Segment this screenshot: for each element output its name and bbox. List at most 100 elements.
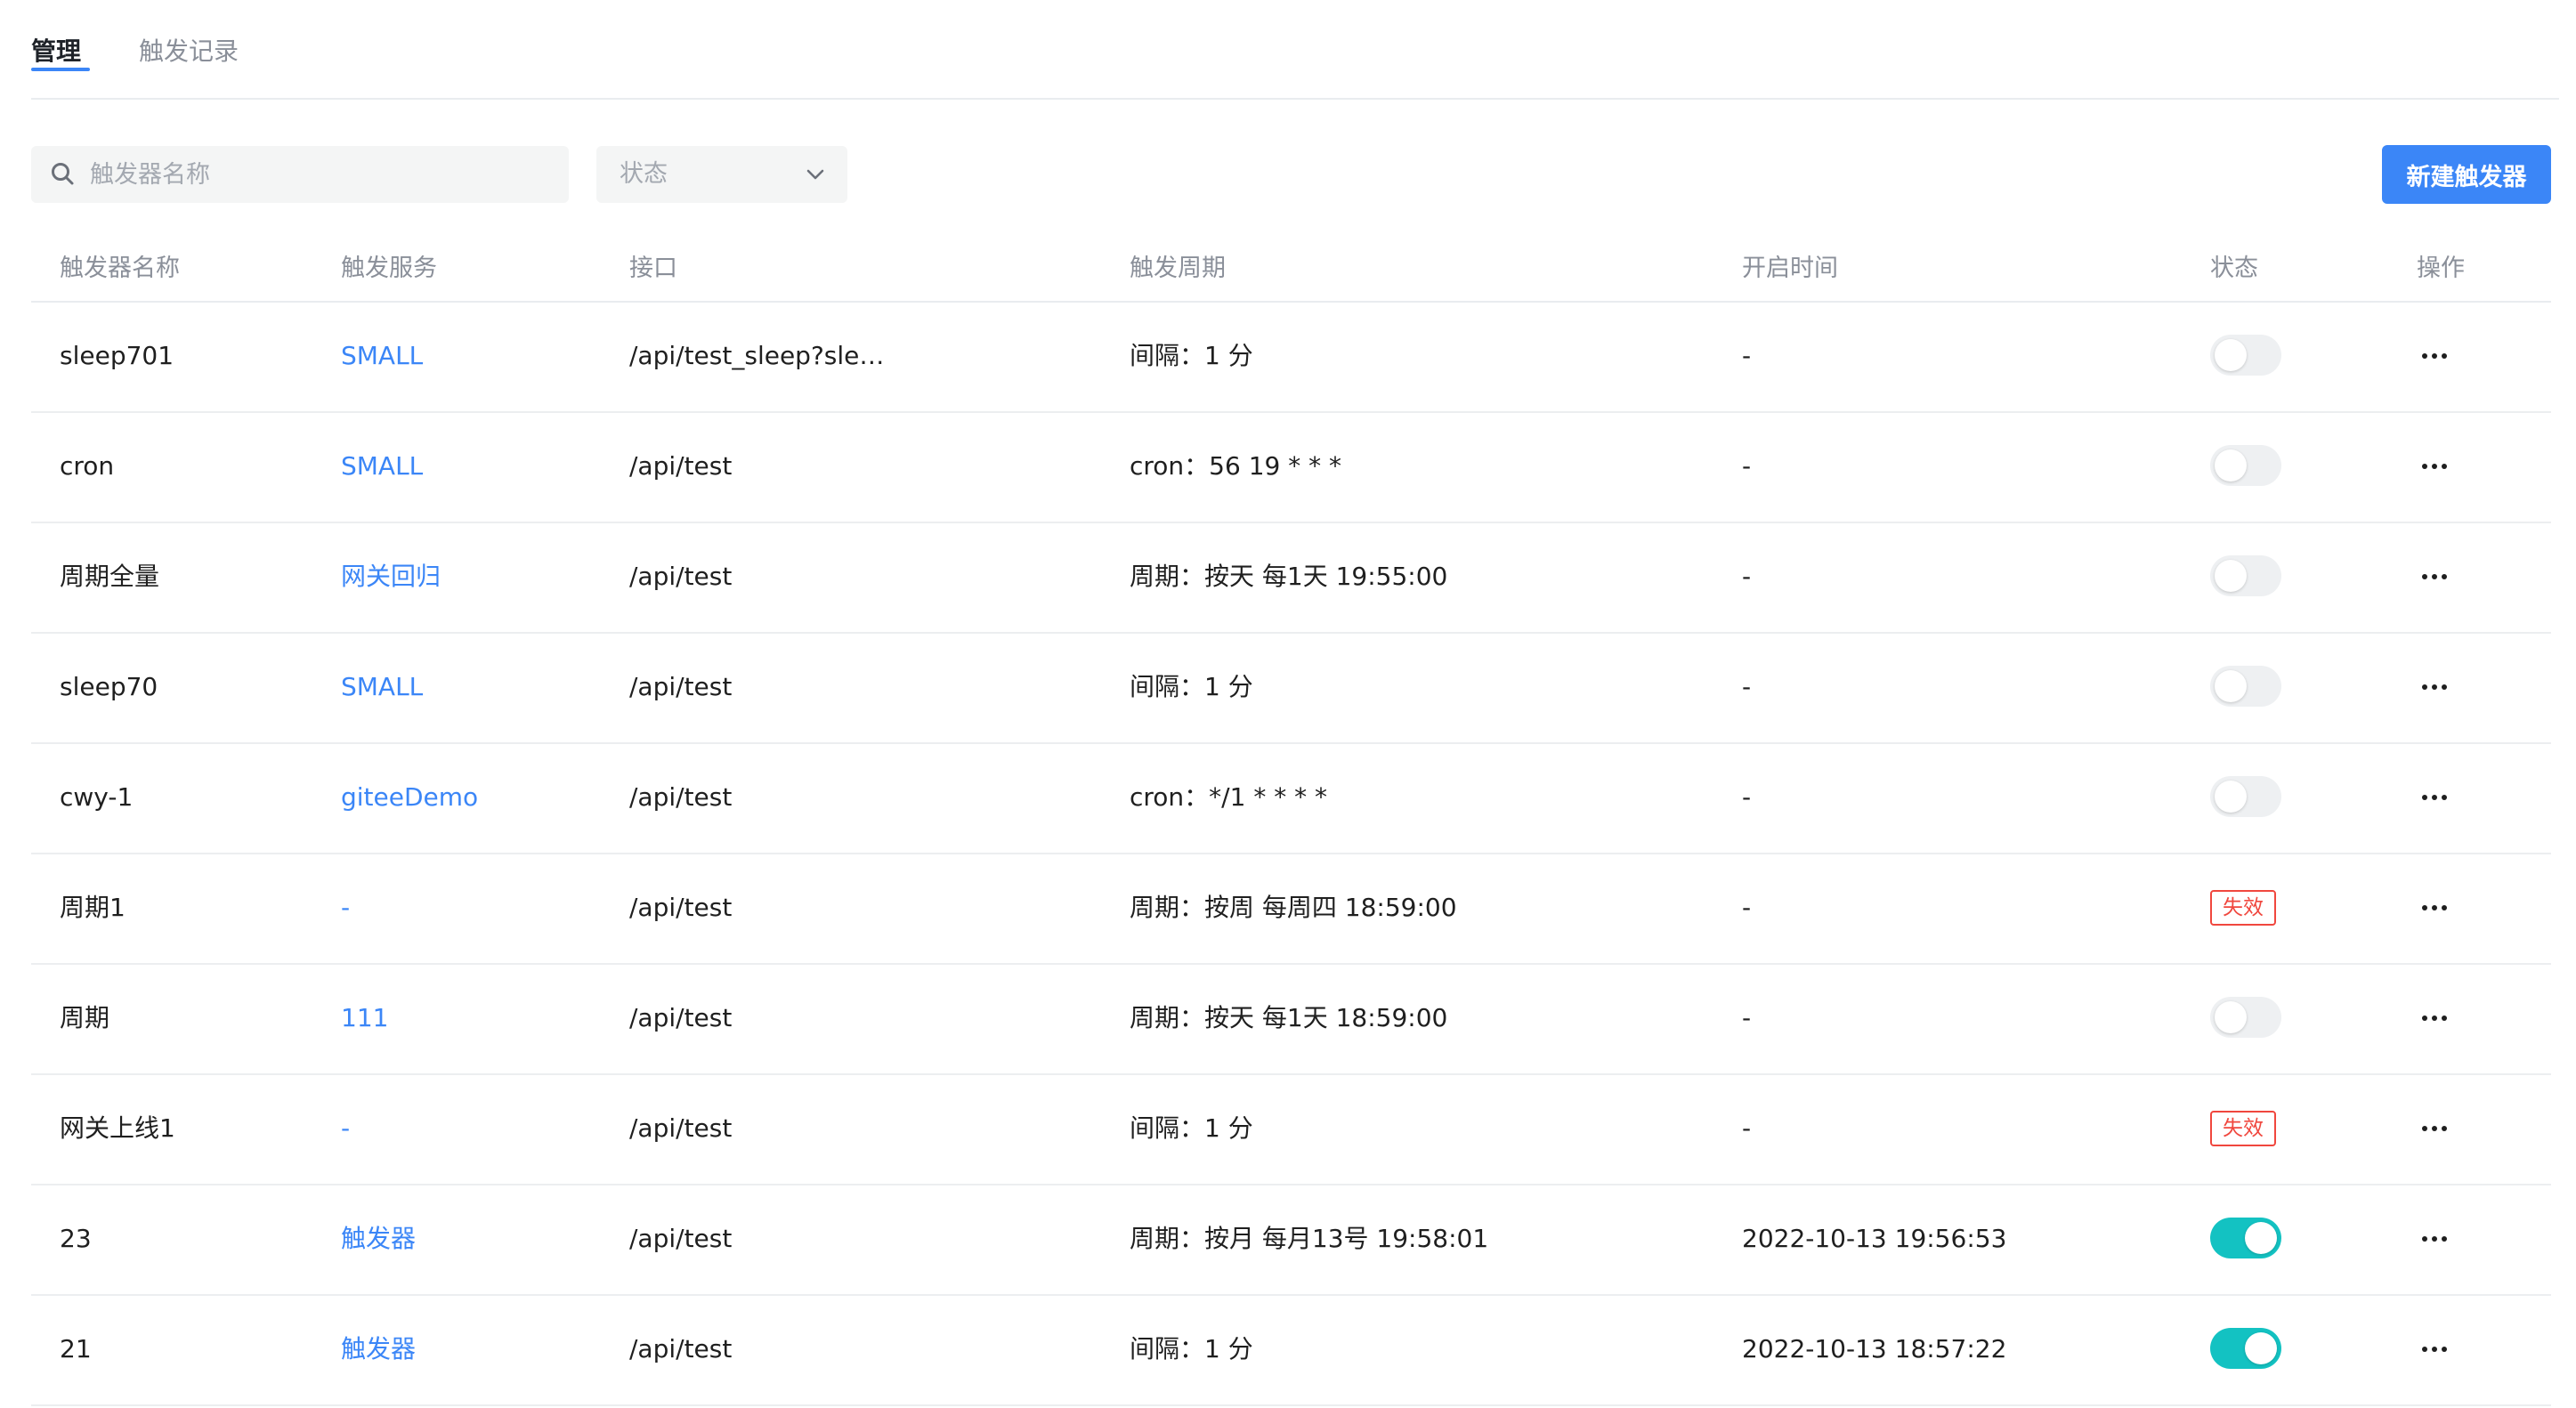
cell-trigger-name: cron bbox=[60, 451, 115, 481]
cell-cycle: 周期：按天 每1天 19:55:00 bbox=[1130, 562, 1448, 591]
status-toggle[interactable] bbox=[2210, 997, 2281, 1038]
search-box bbox=[31, 146, 569, 203]
toggle-knob bbox=[2245, 1222, 2277, 1254]
toggle-knob bbox=[2215, 781, 2247, 813]
cell-api: /api/test_sleep?sleep... bbox=[629, 341, 896, 370]
cell-start-time: 2022-10-13 19:56:53 bbox=[1742, 1224, 2007, 1253]
search-input[interactable] bbox=[90, 146, 553, 203]
search-icon bbox=[52, 163, 74, 185]
cell-api: /api/test bbox=[629, 672, 733, 701]
table-row: sleep701 SMALL/api/test_sleep?sleep... 间隔：… bbox=[31, 303, 2551, 413]
table-body: sleep701 SMALL/api/test_sleep?sleep... 间隔：… bbox=[31, 303, 2551, 1406]
cell-trigger-name: 周期全量 bbox=[60, 562, 160, 591]
cell-trigger-name: sleep70 bbox=[60, 672, 158, 701]
status-select[interactable]: 状态 bbox=[596, 146, 847, 203]
table-row: 周期全量 网关回归/api/test 周期：按天 每1天 19:55:00 - bbox=[31, 523, 2551, 634]
cell-cycle: 间隔：1 分 bbox=[1130, 1113, 1253, 1143]
more-horizontal-icon[interactable] bbox=[2417, 1113, 2452, 1145]
more-horizontal-icon[interactable] bbox=[2417, 450, 2452, 482]
table-row: sleep70 SMALL/api/test 间隔：1 分 - bbox=[31, 634, 2551, 744]
cell-api: /api/test bbox=[629, 1334, 733, 1363]
toggle-knob bbox=[2215, 339, 2247, 371]
toggle-knob bbox=[2215, 449, 2247, 481]
more-horizontal-icon[interactable] bbox=[2417, 561, 2452, 593]
cell-start-time: - bbox=[1742, 672, 1752, 701]
table-row: 21 触发器/api/test 间隔：1 分 2022-10-13 18:57:22 bbox=[31, 1296, 2551, 1406]
cell-start-time: - bbox=[1742, 562, 1752, 591]
status-toggle[interactable] bbox=[2210, 445, 2281, 486]
cell-start-time: - bbox=[1742, 782, 1752, 812]
table-row: cwy-1 giteeDemo/api/test cron：*/1 * * * * - bbox=[31, 744, 2551, 854]
cell-service-link[interactable]: - bbox=[341, 890, 350, 926]
more-horizontal-icon[interactable] bbox=[2417, 340, 2452, 372]
cell-service-link[interactable]: - bbox=[341, 1111, 350, 1146]
tab-bar: 管理 触发记录 bbox=[31, 0, 2559, 100]
toggle-knob bbox=[2215, 670, 2247, 702]
cell-cycle: 间隔：1 分 bbox=[1130, 341, 1253, 370]
more-horizontal-icon[interactable] bbox=[2417, 781, 2452, 813]
tab-manage[interactable]: 管理 bbox=[31, 34, 90, 71]
cell-start-time: - bbox=[1742, 1003, 1752, 1032]
header-trigger-name: 触发器名称 bbox=[60, 255, 180, 282]
header-trigger-service: 触发服务 bbox=[341, 255, 437, 282]
cell-service-link[interactable]: 触发器 bbox=[341, 1331, 416, 1367]
cell-start-time: - bbox=[1742, 1113, 1752, 1143]
status-toggle[interactable] bbox=[2210, 1328, 2281, 1369]
cell-trigger-name: 周期 bbox=[60, 1003, 110, 1032]
table-row: cron SMALL/api/test cron：56 19 * * * - bbox=[31, 413, 2551, 523]
cell-trigger-name: 周期1 bbox=[60, 893, 126, 922]
cell-start-time: 2022-10-13 18:57:22 bbox=[1742, 1334, 2007, 1363]
more-horizontal-icon[interactable] bbox=[2417, 1002, 2452, 1034]
cell-cycle: 周期：按天 每1天 18:59:00 bbox=[1130, 1003, 1448, 1032]
cell-cycle: 周期：按周 每周四 18:59:00 bbox=[1130, 893, 1457, 922]
cell-trigger-name: 网关上线1 bbox=[60, 1113, 175, 1143]
more-horizontal-icon[interactable] bbox=[2417, 892, 2452, 924]
invalid-status-badge: 失效 bbox=[2210, 1111, 2276, 1146]
status-toggle[interactable] bbox=[2210, 1218, 2281, 1258]
trigger-management-page: 管理 触发记录 状态 新建触发器 触发器名称 触发服务 接口 触发周期 开启时间… bbox=[0, 0, 2576, 1408]
more-horizontal-icon[interactable] bbox=[2417, 1223, 2452, 1255]
status-toggle[interactable] bbox=[2210, 335, 2281, 376]
cell-service-link[interactable]: 触发器 bbox=[341, 1221, 416, 1257]
header-actions: 操作 bbox=[2417, 255, 2465, 282]
status-toggle[interactable] bbox=[2210, 555, 2281, 596]
cell-trigger-name: sleep701 bbox=[60, 341, 174, 370]
tab-active-indicator bbox=[31, 68, 90, 71]
cell-api: /api/test bbox=[629, 562, 733, 591]
toggle-knob bbox=[2245, 1332, 2277, 1364]
table-row: 23 触发器/api/test 周期：按月 每月13号 19:58:01 2022-1… bbox=[31, 1185, 2551, 1296]
header-start-time: 开启时间 bbox=[1742, 255, 1838, 282]
cell-trigger-name: cwy-1 bbox=[60, 782, 134, 812]
status-toggle[interactable] bbox=[2210, 666, 2281, 707]
more-horizontal-icon[interactable] bbox=[2417, 1333, 2452, 1365]
header-trigger-cycle: 触发周期 bbox=[1130, 255, 1226, 282]
cell-cycle: 间隔：1 分 bbox=[1130, 672, 1253, 701]
header-api: 接口 bbox=[629, 255, 677, 282]
trigger-table: 触发器名称 触发服务 接口 触发周期 开启时间 状态 操作 sleep701 SM… bbox=[31, 239, 2551, 1406]
cell-start-time: - bbox=[1742, 341, 1752, 370]
table-row: 周期1 - /api/test 周期：按周 每周四 18:59:00 - 失效 bbox=[31, 854, 2551, 965]
cell-service-link[interactable]: SMALL bbox=[341, 449, 423, 484]
new-trigger-button[interactable]: 新建触发器 bbox=[2382, 145, 2551, 204]
cell-trigger-name: 23 bbox=[60, 1224, 92, 1253]
cell-service-link[interactable]: SMALL bbox=[341, 669, 423, 705]
cell-api: /api/test bbox=[629, 782, 733, 812]
tab-trigger-records-label: 触发记录 bbox=[139, 36, 239, 66]
status-toggle[interactable] bbox=[2210, 776, 2281, 817]
cell-service-link[interactable]: SMALL bbox=[341, 338, 423, 374]
cell-api: /api/test bbox=[629, 1224, 733, 1253]
invalid-status-badge: 失效 bbox=[2210, 890, 2276, 926]
cell-start-time: - bbox=[1742, 451, 1752, 481]
header-status: 状态 bbox=[2210, 255, 2258, 282]
cell-service-link[interactable]: giteeDemo bbox=[341, 780, 478, 815]
more-horizontal-icon[interactable] bbox=[2417, 671, 2452, 703]
table-row: 网关上线1 - /api/test 间隔：1 分 - 失效 bbox=[31, 1075, 2551, 1185]
cell-service-link[interactable]: 111 bbox=[341, 1000, 388, 1036]
cell-cycle: 周期：按月 每月13号 19:58:01 bbox=[1130, 1224, 1489, 1253]
tab-trigger-records[interactable]: 触发记录 bbox=[139, 34, 239, 69]
cell-cycle: cron：56 19 * * * bbox=[1130, 451, 1342, 481]
toggle-knob bbox=[2215, 1001, 2247, 1033]
cell-service-link[interactable]: 网关回归 bbox=[341, 559, 441, 595]
tab-manage-label: 管理 bbox=[31, 36, 82, 66]
cell-api: /api/test bbox=[629, 1003, 733, 1032]
